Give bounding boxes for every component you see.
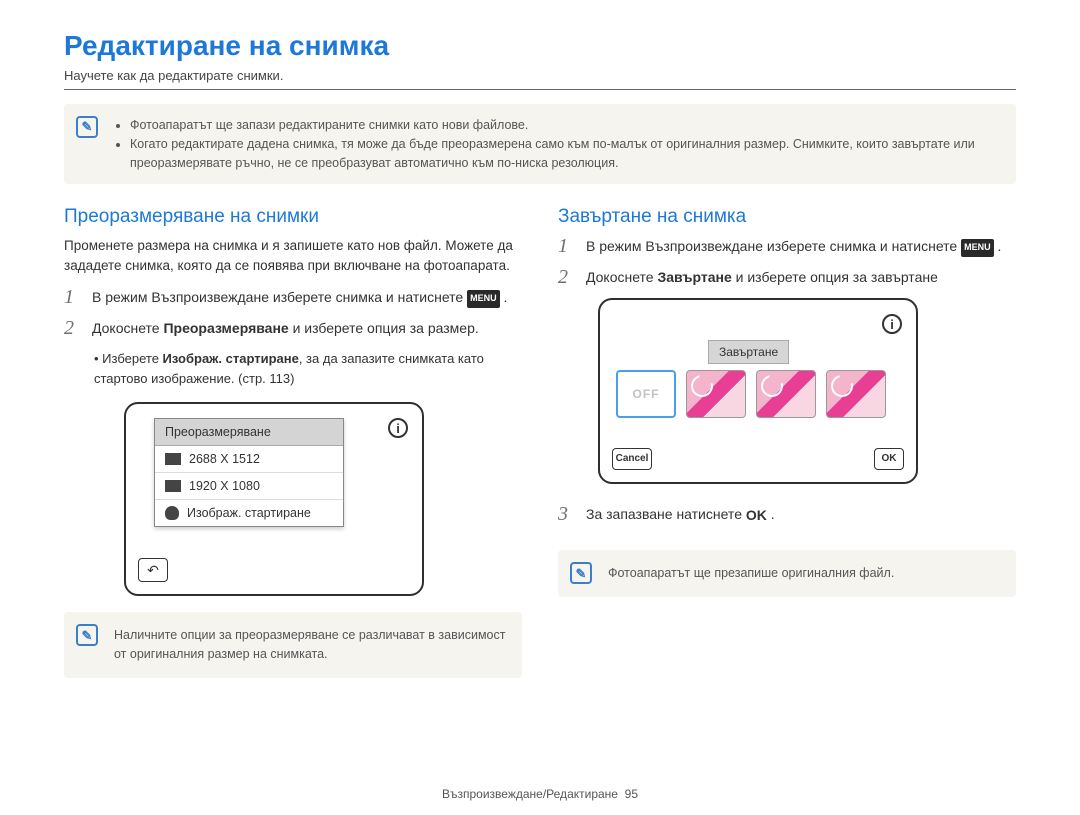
step-text: В режим Възпроизвеждане изберете снимка … <box>92 289 467 305</box>
ok-text-icon: OK <box>746 505 767 526</box>
resize-intro: Променете размера на снимка и я запишете… <box>64 236 522 275</box>
resolution-icon <box>165 453 181 465</box>
page-subtitle: Научете как да редактирате снимки. <box>64 68 1016 83</box>
top-note-item: Когато редактирате дадена снимка, тя мож… <box>130 135 1000 173</box>
top-note-item: Фотоапаратът ще запази редактираните сни… <box>130 116 1000 135</box>
resolution-icon <box>165 480 181 492</box>
resize-note-box: ✎ Наличните опции за преоразмеряване се … <box>64 612 522 678</box>
info-icon: ✎ <box>570 562 592 584</box>
rotate-arrow-icon <box>827 371 857 401</box>
step-text: Докоснете <box>586 269 657 285</box>
resize-device-mock: i Преоразмеряване 2688 X 1512 1920 X 108… <box>124 402 424 596</box>
step-number: 2 <box>64 318 82 339</box>
step-text: За запазване натиснете <box>586 506 746 522</box>
right-column: Завъртане на снимка 1 В режим Възпроизве… <box>558 206 1016 678</box>
rotate-device-mock: i Завъртане OFF Cancel OK <box>598 298 918 484</box>
dropdown-option[interactable]: Изображ. стартиране <box>155 500 343 526</box>
step-text-bold: Преоразмеряване <box>163 320 288 336</box>
step-text: Докоснете <box>92 320 163 336</box>
rotate-note-box: ✎ Фотоапаратът ще презапише оригиналния … <box>558 550 1016 597</box>
step-number: 1 <box>64 287 82 308</box>
ok-button[interactable]: OK <box>874 448 904 470</box>
resize-step-1: 1 В режим Възпроизвеждане изберете снимк… <box>64 287 522 308</box>
info-icon: ✎ <box>76 116 98 138</box>
rotate-option-thumb[interactable] <box>756 370 816 418</box>
menu-icon: MENU <box>961 239 994 257</box>
step-text: . <box>771 506 775 522</box>
rotate-option-off[interactable]: OFF <box>616 370 676 418</box>
page-title: Редактиране на снимка <box>64 30 1016 62</box>
step-number: 2 <box>558 267 576 288</box>
title-divider <box>64 89 1016 90</box>
step-number: 1 <box>558 236 576 257</box>
menu-icon: MENU <box>467 290 500 308</box>
rotate-arrow-icon <box>687 371 717 401</box>
startup-image-icon <box>165 506 179 520</box>
step-text: . <box>503 289 507 305</box>
left-column: Преоразмеряване на снимки Променете разм… <box>64 206 522 678</box>
info-circle-icon[interactable]: i <box>882 314 902 334</box>
rotate-option-thumb[interactable] <box>826 370 886 418</box>
rotate-step-1: 1 В режим Възпроизвеждане изберете снимк… <box>558 236 1016 257</box>
resize-heading: Преоразмеряване на снимки <box>64 206 522 228</box>
resize-substep: Изберете Изображ. стартиране, за да запа… <box>94 349 522 388</box>
info-icon: ✎ <box>76 624 98 646</box>
rotate-step-3: 3 За запазване натиснете OK . <box>558 504 1016 526</box>
rotate-step-2: 2 Докоснете Завъртане и изберете опция з… <box>558 267 1016 288</box>
dropdown-option[interactable]: 1920 X 1080 <box>155 473 343 500</box>
dropdown-option[interactable]: 2688 X 1512 <box>155 446 343 473</box>
resize-dropdown: Преоразмеряване 2688 X 1512 1920 X 1080 … <box>154 418 344 527</box>
step-text: и изберете опция за размер. <box>293 320 479 336</box>
step-text-bold: Завъртане <box>657 269 731 285</box>
cancel-button[interactable]: Cancel <box>612 448 652 470</box>
resize-note-text: Наличните опции за преоразмеряване се ра… <box>114 628 505 661</box>
resize-step-2: 2 Докоснете Преоразмеряване и изберете о… <box>64 318 522 339</box>
info-circle-icon[interactable]: i <box>388 418 408 438</box>
rotate-arrow-icon <box>757 371 787 401</box>
rotate-tooltip: Завъртане <box>708 340 789 364</box>
step-text: В режим Възпроизвеждане изберете снимка … <box>586 238 961 254</box>
step-text: и изберете опция за завъртане <box>736 269 938 285</box>
rotate-heading: Завъртане на снимка <box>558 206 1016 228</box>
dropdown-title: Преоразмеряване <box>155 419 343 446</box>
page-footer: Възпроизвеждане/Редактиране 95 <box>0 787 1080 801</box>
step-number: 3 <box>558 504 576 526</box>
step-text: . <box>997 238 1001 254</box>
back-button[interactable]: ↶ <box>138 558 168 582</box>
top-info-box: ✎ Фотоапаратът ще запази редактираните с… <box>64 104 1016 184</box>
rotate-note-text: Фотоапаратът ще презапише оригиналния фа… <box>608 566 894 580</box>
rotate-thumb-row: OFF <box>616 370 886 418</box>
rotate-option-thumb[interactable] <box>686 370 746 418</box>
